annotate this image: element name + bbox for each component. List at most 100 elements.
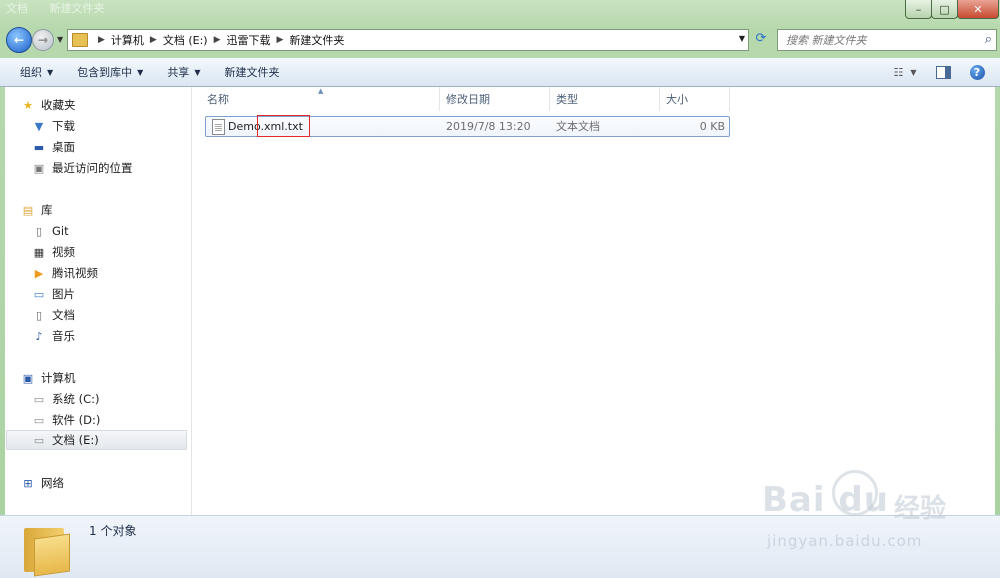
nav-git-label: Git <box>52 224 69 238</box>
baidu-watermark: Bai du 经验 jingyan.baidu.com <box>762 470 992 555</box>
change-view-button[interactable]: ☷ ▼ <box>885 63 925 81</box>
nav-recent-label: 最近访问的位置 <box>52 161 133 175</box>
column-header-name[interactable]: 名称 <box>192 87 440 111</box>
search-icon[interactable]: ⌕ <box>985 32 992 47</box>
view-details-icon: ☷ <box>893 65 904 79</box>
file-size: 0 KB <box>699 120 725 133</box>
column-header-size-label: 大小 <box>666 93 688 106</box>
include-in-library-button[interactable]: 包含到库中 ▼ <box>65 58 155 86</box>
breadcrumb-computer[interactable]: 计算机 <box>111 32 144 48</box>
column-header-modified[interactable]: 修改日期 <box>440 87 550 111</box>
column-header-name-label: 名称 <box>207 93 229 106</box>
nav-drive-d-label: 软件 (D:) <box>52 413 101 427</box>
nav-music-label: 音乐 <box>52 329 75 343</box>
nav-network[interactable]: ⊞ 网络 <box>21 473 64 493</box>
search-box[interactable]: ⌕ <box>777 29 997 51</box>
column-header-type-label: 类型 <box>556 93 578 106</box>
search-input[interactable] <box>784 32 973 48</box>
nav-drive-c-label: 系统 (C:) <box>52 392 100 406</box>
nav-computer[interactable]: ▣ 计算机 <box>21 368 76 388</box>
git-library-icon: ▯ <box>35 224 43 238</box>
nav-favorites[interactable]: ★ 收藏夹 <box>21 95 75 115</box>
hard-drive-icon: ▭ <box>33 413 45 427</box>
nav-recent-places[interactable]: ▣ 最近访问的位置 <box>32 158 133 178</box>
title-bar[interactable]: 文档 新建文件夹 – □ ✕ <box>0 0 1000 20</box>
close-button[interactable]: ✕ <box>957 0 999 19</box>
nav-drive-e[interactable]: ▭ 文档 (E:) <box>6 430 187 450</box>
recent-places-icon: ▣ <box>33 161 45 175</box>
recent-pages-dropdown-icon[interactable]: ▼ <box>57 35 63 44</box>
network-icon: ⊞ <box>23 476 33 490</box>
address-history-dropdown-icon[interactable]: ▼ <box>739 34 745 43</box>
new-folder-label: 新建文件夹 <box>224 66 280 79</box>
column-header-size[interactable]: 大小 <box>660 87 730 111</box>
navigation-bar: ← → ▼ ▶ 计算机 ▶ 文档 (E:) ▶ 迅雷下载 ▶ 新建文件夹 ▼ ⟳… <box>0 27 1000 53</box>
file-row[interactable]: Demo.xml.txt 2019/7/8 13:20 文本文档 0 KB <box>205 115 730 137</box>
document-icon: ▯ <box>35 308 43 322</box>
item-count: 1 个对象 <box>89 524 137 538</box>
column-header-type[interactable]: 类型 <box>550 87 660 111</box>
nav-desktop-label: 桌面 <box>52 140 75 154</box>
new-folder-button[interactable]: 新建文件夹 <box>212 58 291 86</box>
file-type: 文本文档 <box>556 120 600 133</box>
file-list[interactable]: ▲ 名称 修改日期 类型 大小 Demo.xml.txt 2019/7/8 13… <box>192 87 995 515</box>
forward-button[interactable]: → <box>32 29 54 51</box>
help-button[interactable]: ? <box>968 63 986 81</box>
nav-drive-d[interactable]: ▭ 软件 (D:) <box>32 410 101 430</box>
minimize-button[interactable]: – <box>905 0 932 19</box>
nav-libraries[interactable]: ▤ 库 <box>21 200 53 220</box>
chevron-right-icon[interactable]: ▶ <box>150 35 157 45</box>
address-bar[interactable]: ▶ 计算机 ▶ 文档 (E:) ▶ 迅雷下载 ▶ 新建文件夹 ▼ <box>67 29 749 51</box>
nav-network-label: 网络 <box>41 476 64 490</box>
folder-icon <box>24 522 70 577</box>
chevron-down-icon: ▼ <box>137 67 144 77</box>
watermark-cn: 经验 <box>894 494 947 524</box>
downloads-folder-icon: ▼ <box>34 119 44 133</box>
arrow-left-icon: ← <box>13 33 25 47</box>
refresh-icon[interactable]: ⟳ <box>752 31 770 49</box>
organize-button[interactable]: 组织 ▼ <box>8 58 65 86</box>
watermark-url: jingyan.baidu.com <box>767 532 923 550</box>
highlight-annotation-box <box>257 115 310 137</box>
tencent-video-icon: ▶ <box>34 266 44 280</box>
ghost-title-text: 文档 <box>6 2 28 15</box>
video-icon: ▦ <box>33 245 45 259</box>
nav-videos-label: 视频 <box>52 245 75 259</box>
chevron-down-icon: ▼ <box>47 67 54 77</box>
nav-libraries-label: 库 <box>41 203 53 217</box>
nav-documents-label: 文档 <box>52 308 75 322</box>
chevron-right-icon[interactable]: ▶ <box>277 35 284 45</box>
chevron-down-icon: ▼ <box>194 67 201 77</box>
nav-pictures[interactable]: ▭ 图片 <box>32 284 75 304</box>
nav-downloads[interactable]: ▼ 下载 <box>32 116 75 136</box>
music-icon: ♪ <box>35 329 43 343</box>
arrow-right-icon: → <box>37 33 49 47</box>
content-area: ★ 收藏夹 ▼ 下载 ▬ 桌面 ▣ 最近访问的位置 ▤ 库 ▯ Git ▦ 视频 ▶ 腾讯视频 <box>5 87 995 515</box>
maximize-button[interactable]: □ <box>931 0 958 19</box>
back-button[interactable]: ← <box>6 27 32 53</box>
nav-videos[interactable]: ▦ 视频 <box>32 242 75 262</box>
share-button[interactable]: 共享 ▼ <box>155 58 212 86</box>
breadcrumb-drive-e[interactable]: 文档 (E:) <box>163 32 208 48</box>
ghost-title-text: 新建文件夹 <box>49 2 105 15</box>
nav-music[interactable]: ♪ 音乐 <box>32 326 75 346</box>
preview-pane-button[interactable] <box>935 63 951 81</box>
nav-desktop[interactable]: ▬ 桌面 <box>32 137 75 157</box>
help-icon: ? <box>969 64 985 80</box>
desktop-icon: ▬ <box>33 140 45 154</box>
breadcrumb-new-folder[interactable]: 新建文件夹 <box>289 32 344 48</box>
chevron-right-icon[interactable]: ▶ <box>98 35 105 45</box>
nav-git[interactable]: ▯ Git <box>32 221 69 241</box>
libraries-icon: ▤ <box>22 203 34 217</box>
chevron-right-icon[interactable]: ▶ <box>214 35 221 45</box>
organize-label: 组织 <box>20 66 42 79</box>
nav-tencent-video[interactable]: ▶ 腾讯视频 <box>32 263 98 283</box>
nav-tencent-video-label: 腾讯视频 <box>52 266 98 280</box>
nav-documents[interactable]: ▯ 文档 <box>32 305 75 325</box>
nav-drive-c[interactable]: ▭ 系统 (C:) <box>32 389 100 409</box>
breadcrumb-xunlei-downloads[interactable]: 迅雷下载 <box>227 32 271 48</box>
folder-icon <box>72 33 88 47</box>
command-bar: 组织 ▼ 包含到库中 ▼ 共享 ▼ 新建文件夹 ☷ ▼ ? <box>0 58 1000 87</box>
navigation-pane[interactable]: ★ 收藏夹 ▼ 下载 ▬ 桌面 ▣ 最近访问的位置 ▤ 库 ▯ Git ▦ 视频 ▶ 腾讯视频 <box>5 87 192 515</box>
watermark-brand: Bai du <box>762 480 889 520</box>
